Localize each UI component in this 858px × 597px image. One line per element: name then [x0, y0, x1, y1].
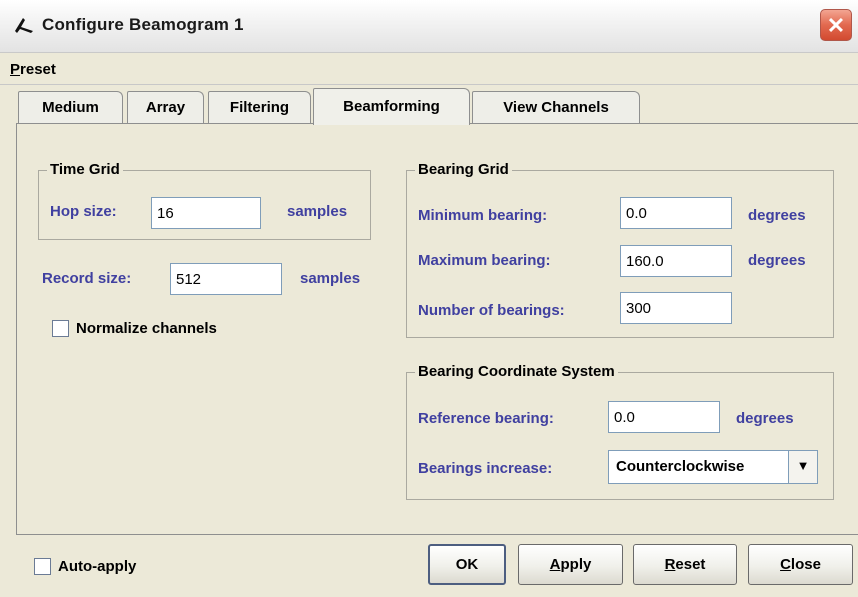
normalize-channels-label: Normalize channels: [76, 320, 217, 337]
tab-medium[interactable]: Medium: [18, 91, 123, 124]
tab-array[interactable]: Array: [127, 91, 204, 124]
window-title: Configure Beamogram 1: [42, 15, 244, 34]
apply-mnemonic: A: [549, 556, 561, 573]
minimum-bearing-label: Minimum bearing:: [418, 207, 548, 224]
maximum-bearing-unit: degrees: [748, 252, 806, 269]
auto-apply-checkbox[interactable]: [34, 558, 51, 575]
number-of-bearings-input[interactable]: [620, 292, 732, 324]
menu-preset-mnemonic: P: [10, 61, 21, 78]
minimum-bearing-unit: degrees: [748, 207, 806, 224]
bearing-grid-title: Bearing Grid: [415, 161, 512, 178]
tab-filtering[interactable]: Filtering: [208, 91, 311, 124]
hop-size-input[interactable]: [151, 197, 261, 229]
ok-button[interactable]: OK: [428, 544, 506, 585]
reset-button[interactable]: Reset: [633, 544, 737, 585]
bearings-increase-label: Bearings increase:: [418, 460, 553, 477]
close-window-button[interactable]: ✕: [820, 9, 852, 41]
dialog-window: Configure Beamogram 1 ✕ Preset Medium Ar…: [0, 0, 858, 597]
reset-label: eset: [675, 556, 706, 573]
maximum-bearing-input[interactable]: [620, 245, 732, 277]
menu-preset-label: reset: [20, 61, 56, 78]
bearings-increase-value: Counterclockwise: [616, 458, 745, 475]
reference-bearing-input[interactable]: [608, 401, 720, 433]
bearing-coordinate-system-title: Bearing Coordinate System: [415, 363, 618, 380]
chevron-down-icon[interactable]: ▼: [788, 451, 817, 483]
normalize-channels-checkbox[interactable]: [52, 320, 69, 337]
record-size-label: Record size:: [42, 270, 132, 287]
apply-button[interactable]: Apply: [518, 544, 623, 585]
app-icon: [15, 18, 33, 33]
hop-size-unit: samples: [287, 203, 348, 220]
apply-label: pply: [560, 556, 592, 573]
close-mnemonic: C: [780, 556, 791, 573]
tab-view-channels[interactable]: View Channels: [472, 91, 640, 124]
number-of-bearings-label: Number of bearings:: [418, 302, 565, 319]
reference-bearing-label: Reference bearing:: [418, 410, 554, 427]
minimum-bearing-input[interactable]: [620, 197, 732, 229]
close-label: lose: [790, 556, 821, 573]
reset-mnemonic: R: [664, 556, 676, 573]
hop-size-label: Hop size:: [50, 203, 117, 220]
record-size-input[interactable]: [170, 263, 282, 295]
record-size-unit: samples: [300, 270, 361, 287]
menu-bar: Preset: [0, 58, 858, 85]
maximum-bearing-label: Maximum bearing:: [418, 252, 551, 269]
bearings-increase-dropdown[interactable]: Counterclockwise ▼: [608, 450, 818, 484]
close-button[interactable]: Close: [748, 544, 853, 585]
auto-apply-label: Auto-apply: [58, 558, 137, 575]
tab-beamforming[interactable]: Beamforming: [313, 88, 470, 125]
reference-bearing-unit: degrees: [736, 410, 794, 427]
time-grid-title: Time Grid: [47, 161, 123, 178]
footer-divider: [16, 534, 858, 535]
menu-preset[interactable]: Preset: [10, 61, 56, 78]
title-bar[interactable]: Configure Beamogram 1 ✕: [0, 0, 858, 53]
